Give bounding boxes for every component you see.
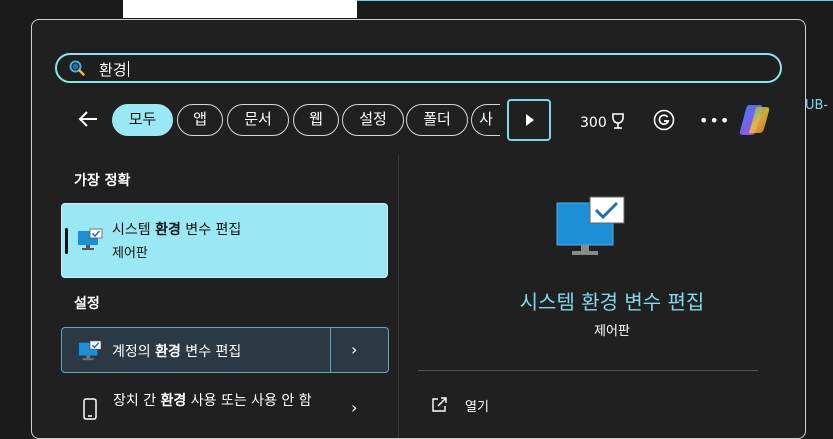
settings-result-label: 장치 간 환경 사용 또는 사용 안 함 [113, 393, 312, 409]
monitor-check-icon [556, 196, 625, 255]
settings-result-cross-device[interactable]: 장치 간 환경 사용 또는 사용 안 함 › [61, 382, 389, 438]
trophy-icon [611, 113, 624, 129]
search-input[interactable]: 환경 [99, 59, 129, 80]
best-match-result[interactable]: 시스템 환경 변수 편집 제어판 [61, 203, 388, 278]
best-match-heading: 가장 정확 [74, 173, 131, 189]
rewards-points[interactable]: 300 [580, 112, 626, 131]
best-match-title: 시스템 환경 변수 편집 [112, 222, 242, 238]
open-external-icon [432, 397, 447, 412]
settings-heading: 설정 [74, 296, 100, 312]
search-icon [69, 60, 85, 76]
g-icon[interactable] [653, 109, 675, 131]
phone-icon [83, 398, 97, 420]
points-value: 300 [580, 115, 607, 131]
scroll-filters-button[interactable] [507, 99, 551, 141]
row-separator [330, 328, 331, 372]
detail-divider [418, 370, 758, 371]
detail-title: 시스템 환경 변수 편집 [519, 290, 705, 314]
background-window-border [357, 0, 833, 1]
search-panel: 환경 모두 앱 문서 웹 설정 폴더 사 300 ••• 가장 정확 시스템 환… [31, 19, 806, 439]
filter-apps-tab[interactable]: 앱 [177, 104, 223, 136]
chevron-right-icon[interactable]: › [351, 398, 357, 417]
settings-result-account-env[interactable]: 계정의 환경 변수 편집 › [61, 327, 389, 373]
background-text: UB- [805, 98, 829, 113]
filter-folders-tab[interactable]: 폴더 [406, 104, 468, 136]
chevron-right-icon[interactable]: › [351, 340, 357, 359]
best-match-subtitle: 제어판 [112, 246, 148, 261]
play-icon [526, 114, 534, 126]
open-action[interactable]: 열기 [465, 396, 489, 415]
filter-documents-tab[interactable]: 문서 [227, 104, 289, 136]
search-box[interactable]: 환경 [55, 53, 782, 83]
monitor-check-icon [79, 340, 102, 361]
back-arrow-icon[interactable] [77, 108, 99, 130]
filter-all-tab[interactable]: 모두 [112, 104, 173, 136]
detail-subtitle: 제어판 [594, 324, 630, 339]
filter-more-tab[interactable]: 사 [471, 104, 500, 136]
selection-indicator [65, 228, 68, 254]
background-window [123, 0, 357, 18]
pane-divider [398, 155, 399, 438]
copilot-icon[interactable] [735, 102, 773, 138]
monitor-check-icon [78, 228, 103, 250]
filter-settings-tab[interactable]: 설정 [342, 104, 404, 136]
more-icon[interactable]: ••• [699, 111, 730, 130]
filter-web-tab[interactable]: 웹 [293, 104, 339, 136]
settings-result-label: 계정의 환경 변수 편집 [112, 344, 242, 360]
